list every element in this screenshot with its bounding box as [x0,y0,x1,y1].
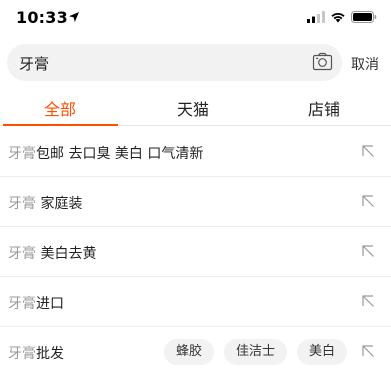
tab-stores[interactable]: 店铺 [308,96,340,120]
suggestion-chip[interactable]: 美白 [296,339,347,365]
arrow-up-left-icon[interactable] [361,144,375,158]
suggestion-chip[interactable]: 蜂胶 [163,339,214,365]
arrow-up-left-icon[interactable] [361,294,375,308]
suggestion-item[interactable]: 牙膏 美白去黄 [0,227,391,277]
status-indicators [307,11,377,23]
suggestion-text: 牙膏进口 [8,293,64,313]
suggestion-keyword: 牙膏 [8,296,36,312]
tab-all[interactable]: 全部 [44,96,76,120]
arrow-up-left-icon[interactable] [361,194,375,208]
suggestion-keyword: 牙膏 [8,246,36,262]
battery-icon [351,11,377,23]
active-tab-indicator [3,124,118,126]
suggestion-text: 牙膏包邮 去口臭 美白 口气清新 [8,143,203,163]
suggestion-chip[interactable]: 佳洁士 [223,339,287,365]
suggestion-keyword: 牙膏 [8,196,36,212]
suggestion-suffix: 家庭装 [36,196,83,212]
suggestion-item[interactable]: 牙膏进口 [0,277,391,327]
tab-tmall[interactable]: 天猫 [177,96,209,120]
status-time: 10:33 [16,8,68,27]
suggestion-suffix: 美白去黄 [36,246,97,262]
search-query: 牙膏 [19,55,50,73]
wifi-icon [331,12,345,23]
search-scope-tabs: 全部 天猫 店铺 [0,86,391,126]
suggestion-text: 牙膏 美白去黄 [8,243,96,263]
camera-icon[interactable] [312,52,333,72]
suggestion-suffix: 进口 [36,296,64,312]
suggestion-item[interactable]: 牙膏批发 蜂胶 佳洁士 美白 [0,327,391,374]
suggestion-item[interactable]: 牙膏 家庭装 [0,177,391,227]
cancel-button[interactable]: 取消 [351,54,379,74]
suggestion-item[interactable]: 牙膏包邮 去口臭 美白 口气清新 [0,127,391,177]
suggestion-keyword: 牙膏 [8,346,36,362]
status-bar: 10:33 [0,0,391,40]
suggestion-text: 牙膏 家庭装 [8,193,82,213]
suggestion-text: 牙膏批发 [8,343,64,363]
suggestion-suffix: 批发 [36,346,64,362]
search-bar: 牙膏 取消 [0,44,391,82]
arrow-up-left-icon[interactable] [361,344,375,358]
suggestion-suffix: 包邮 去口臭 美白 口气清新 [36,146,204,162]
cellular-signal-icon [307,11,325,23]
suggestion-keyword: 牙膏 [8,146,36,162]
arrow-up-left-icon[interactable] [361,244,375,258]
location-arrow-icon [69,12,79,22]
search-input[interactable]: 牙膏 [7,44,342,81]
suggestion-chips: 蜂胶 佳洁士 美白 [163,339,347,365]
